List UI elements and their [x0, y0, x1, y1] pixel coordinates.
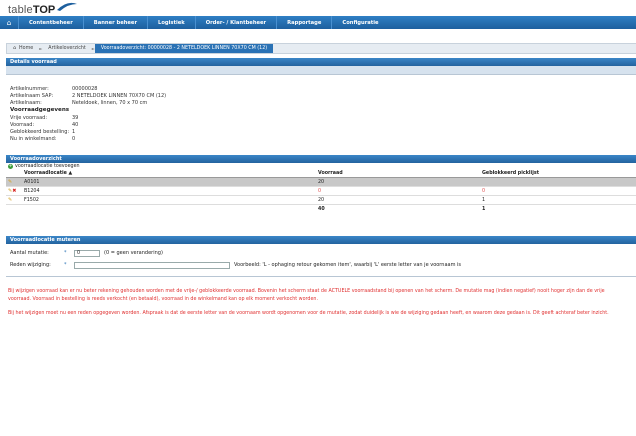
detail-row: Artikelnaam: Neteldoek, linnen, 70 x 70 c… — [10, 99, 632, 106]
nav-banner-beheer[interactable]: Banner beheer — [82, 16, 147, 29]
details-section: Details voorraad Artikelnummer: 00000028 … — [6, 58, 636, 144]
detail-row: Artikelnummer: 00000028 — [10, 85, 632, 92]
header-blocked[interactable]: Geblokkeerd picklijst — [480, 170, 636, 178]
cell-blocked: 1 — [480, 195, 636, 205]
stock-row: Geblokkeerd bestelling: 1 — [10, 128, 632, 135]
breadcrumb-home-label: Home — [19, 46, 34, 51]
logo-swoosh-icon — [57, 2, 77, 11]
detail-value: 2 NETELDOEK LINNEN 70X70 CM (12) — [72, 92, 167, 99]
stock-table: Voorraadlocatie ▲ Voorraad Geblokkeerd p… — [6, 170, 636, 213]
edit-icon[interactable]: ✎ — [8, 197, 12, 203]
breadcrumb: ⌂ Home ► Artikeloverzicht ► Voorraadoverz… — [6, 43, 636, 54]
total-stock: 40 — [316, 204, 480, 213]
totals-row: 40 1 — [6, 204, 636, 213]
stock-row: Vrije voorraad: 39 — [10, 114, 632, 121]
cell-blocked: 0 — [480, 186, 636, 196]
amount-input[interactable]: 0 — [74, 249, 100, 257]
stock-value: 1 — [72, 128, 76, 135]
nav-contentbeheer[interactable]: Contentbeheer — [18, 16, 83, 29]
stock-key: Voorraad: — [10, 121, 35, 128]
required-marker: * — [64, 262, 67, 268]
add-location-label: voorraadlocatie toevoegen — [15, 164, 80, 169]
table-row[interactable]: ✎ A0101 20 — [6, 177, 636, 187]
stock-row: Nu in winkelmand: 0 — [10, 135, 632, 142]
detail-value: 00000028 — [72, 85, 98, 92]
nav-rapportage[interactable]: Rapportage — [276, 16, 331, 29]
divider — [6, 276, 636, 277]
main-nav: ⌂ Contentbeheer Banner beheer Logistiek … — [0, 16, 636, 29]
detail-value: Neteldoek, linnen, 70 x 70 cm — [72, 99, 148, 106]
nav-order-klantbeheer[interactable]: Order- / Klantbeheer — [194, 16, 276, 29]
table-row[interactable]: ✎✖ B1204 0 0 — [6, 186, 636, 196]
reason-hint: Voorbeeld: 'L - ophaging retour gekomen … — [234, 262, 462, 268]
stock-subheading: Voorraadgegevens — [10, 107, 70, 113]
nav-configuratie[interactable]: Configuratie — [331, 16, 388, 29]
overview-title: Voorraadoverzicht — [6, 155, 636, 163]
detail-key: Artikelnummer: — [10, 85, 49, 92]
logo-text-part1: table — [8, 4, 33, 16]
home-small-icon: ⌂ — [13, 46, 17, 51]
cell-location: B1204 — [22, 186, 316, 196]
note-paragraph: Bij wijzigen voorraad kan er nu beter re… — [8, 289, 605, 302]
amount-row: Aantal mutatie: * 0 (0 = geen veranderin… — [10, 247, 632, 259]
detail-row: Artikelnaam SAP: 2 NETELDOEK LINNEN 70X70… — [10, 92, 632, 99]
reason-row: Reden wijziging: * Voorbeeld: 'L - ophag… — [10, 259, 632, 271]
mutate-section: Voorraadlocatie muteren Aantal mutatie: … — [6, 236, 636, 277]
note-paragraph: Bij het wijzigen moet nu een reden opgeg… — [8, 311, 609, 316]
total-blocked: 1 — [480, 204, 636, 213]
add-icon: + — [8, 164, 13, 169]
delete-icon[interactable]: ✖ — [12, 188, 16, 194]
mutate-title: Voorraadlocatie muteren — [6, 236, 636, 244]
detail-key: Artikelnaam: — [10, 99, 42, 106]
actions-header — [6, 170, 22, 178]
overview-section: Voorraadoverzicht + voorraadlocatie toev… — [6, 155, 636, 213]
logo-text-part2: TOP — [32, 4, 56, 16]
amount-label: Aantal mutatie: — [10, 250, 49, 256]
amount-hint: (0 = geen verandering) — [104, 250, 163, 256]
details-subbar — [6, 66, 636, 75]
stock-value: 40 — [72, 121, 79, 128]
header-stock[interactable]: Voorraad — [316, 170, 480, 178]
cell-blocked — [480, 177, 636, 187]
stock-key: Geblokkeerd bestelling: — [10, 128, 70, 135]
breadcrumb-current: Voorraadoverzicht: 00000028 - 2 NETELDOE… — [94, 44, 274, 53]
logo: table TOP — [8, 2, 77, 16]
stock-row: Voorraad: 40 — [10, 121, 632, 128]
stock-key: Nu in winkelmand: — [10, 135, 57, 142]
table-row[interactable]: ✎ F1502 20 1 — [6, 195, 636, 205]
cell-stock: 0 — [316, 186, 480, 196]
help-notes: Bij wijzigen voorraad kan er nu beter re… — [8, 288, 628, 324]
cell-location: F1502 — [22, 195, 316, 205]
stock-value: 0 — [72, 135, 76, 142]
detail-key: Artikelnaam SAP: — [10, 92, 54, 99]
reason-input[interactable] — [74, 261, 230, 269]
header-location[interactable]: Voorraadlocatie ▲ — [22, 170, 316, 178]
cell-stock: 20 — [316, 195, 480, 205]
cell-stock: 20 — [316, 177, 480, 187]
edit-icon[interactable]: ✎ — [8, 179, 12, 185]
required-marker: * — [64, 250, 67, 256]
add-location-button[interactable]: + voorraadlocatie toevoegen — [6, 163, 636, 170]
nav-logistiek[interactable]: Logistiek — [147, 16, 195, 29]
stock-key: Vrije voorraad: — [10, 114, 48, 121]
home-icon[interactable]: ⌂ — [0, 16, 18, 29]
breadcrumb-home[interactable]: ⌂ Home — [7, 46, 39, 51]
reason-label: Reden wijziging: — [10, 262, 51, 268]
breadcrumb-artikeloverzicht[interactable]: Artikeloverzicht — [42, 46, 91, 51]
stock-value: 39 — [72, 114, 79, 121]
details-title: Details voorraad — [6, 58, 636, 66]
cell-location: A0101 — [22, 177, 316, 187]
